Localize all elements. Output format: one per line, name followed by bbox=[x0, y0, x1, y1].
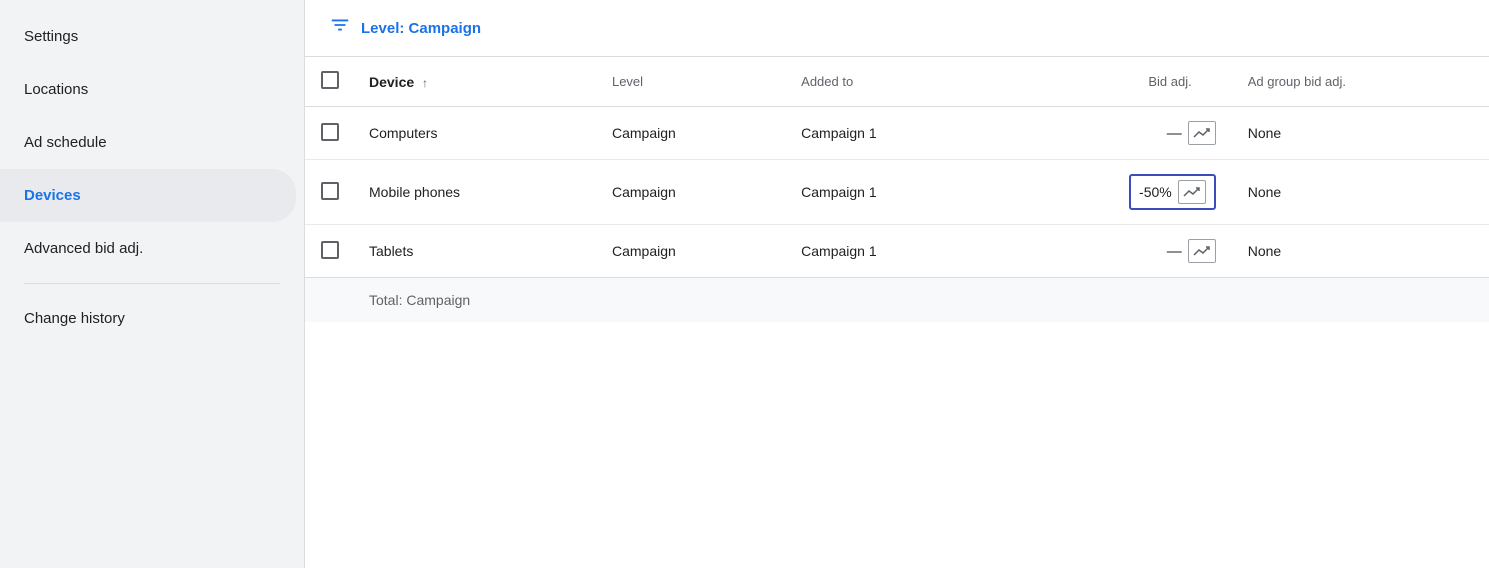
cell-ad-group-bid-computers: None bbox=[1232, 107, 1489, 160]
table-wrap: Device ↑ Level Added to Bid adj. Ad grou… bbox=[305, 57, 1489, 568]
table-row: Mobile phones Campaign Campaign 1 -50% bbox=[305, 160, 1489, 225]
sidebar-item-settings[interactable]: Settings bbox=[0, 10, 296, 63]
cell-ad-group-bid-tablets: None bbox=[1232, 225, 1489, 278]
filter-icon bbox=[329, 14, 351, 42]
row-checkbox-cell-tablets bbox=[305, 225, 353, 278]
bid-chart-icon-mobile bbox=[1178, 180, 1206, 204]
cell-level-computers: Campaign bbox=[596, 107, 785, 160]
cell-ad-group-bid-mobile: None bbox=[1232, 160, 1489, 225]
header-checkbox-cell bbox=[305, 57, 353, 107]
header-checkbox[interactable] bbox=[321, 71, 339, 89]
sidebar-divider bbox=[24, 283, 280, 284]
bid-chart-icon-computers[interactable] bbox=[1188, 121, 1216, 145]
table-row: Computers Campaign Campaign 1 — bbox=[305, 107, 1489, 160]
row-checkbox-cell-computers bbox=[305, 107, 353, 160]
cell-device-computers: Computers bbox=[353, 107, 596, 160]
cell-added-to-mobile: Campaign 1 bbox=[785, 160, 997, 225]
bid-chart-icon-tablets[interactable] bbox=[1188, 239, 1216, 263]
filter-bar: Level: Campaign bbox=[305, 0, 1489, 57]
cell-added-to-tablets: Campaign 1 bbox=[785, 225, 997, 278]
cell-level-mobile: Campaign bbox=[596, 160, 785, 225]
sidebar-item-change-history[interactable]: Change history bbox=[0, 292, 296, 345]
bid-dash-computers: — bbox=[1167, 125, 1182, 142]
cell-bid-adj-mobile[interactable]: -50% bbox=[997, 160, 1231, 225]
filter-label: Level: Campaign bbox=[361, 20, 481, 37]
row-checkbox-mobile[interactable] bbox=[321, 182, 339, 200]
sidebar-item-locations[interactable]: Locations bbox=[0, 63, 296, 116]
row-checkbox-computers[interactable] bbox=[321, 123, 339, 141]
bid-dash-tablets: — bbox=[1167, 243, 1182, 260]
cell-added-to-computers: Campaign 1 bbox=[785, 107, 997, 160]
header-added-to: Added to bbox=[785, 57, 997, 107]
cell-device-mobile: Mobile phones bbox=[353, 160, 596, 225]
table-row: Tablets Campaign Campaign 1 — bbox=[305, 225, 1489, 278]
header-level: Level bbox=[596, 57, 785, 107]
header-ad-group-bid: Ad group bid adj. bbox=[1232, 57, 1489, 107]
row-checkbox-cell-mobile bbox=[305, 160, 353, 225]
total-label: Total: Campaign bbox=[353, 278, 1489, 323]
total-row: Total: Campaign bbox=[305, 278, 1489, 323]
main-content: Level: Campaign Device ↑ Level bbox=[305, 0, 1489, 568]
sidebar-item-ad-schedule[interactable]: Ad schedule bbox=[0, 116, 296, 169]
row-checkbox-tablets[interactable] bbox=[321, 241, 339, 259]
cell-level-tablets: Campaign bbox=[596, 225, 785, 278]
header-bid-adj: Bid adj. bbox=[997, 57, 1231, 107]
devices-table: Device ↑ Level Added to Bid adj. Ad grou… bbox=[305, 57, 1489, 322]
header-device: Device ↑ bbox=[353, 57, 596, 107]
sidebar: Settings Locations Ad schedule Devices A… bbox=[0, 0, 305, 568]
cell-bid-adj-tablets[interactable]: — bbox=[997, 225, 1231, 278]
table-header-row: Device ↑ Level Added to Bid adj. Ad grou… bbox=[305, 57, 1489, 107]
cell-device-tablets: Tablets bbox=[353, 225, 596, 278]
total-checkbox-spacer bbox=[305, 278, 353, 323]
bid-highlight-mobile[interactable]: -50% bbox=[1129, 174, 1216, 210]
cell-bid-adj-computers[interactable]: — bbox=[997, 107, 1231, 160]
sidebar-item-advanced-bid[interactable]: Advanced bid adj. bbox=[0, 222, 296, 275]
sidebar-item-devices[interactable]: Devices bbox=[0, 169, 296, 222]
sort-arrow-icon[interactable]: ↑ bbox=[422, 76, 428, 90]
bid-value-mobile: -50% bbox=[1139, 184, 1172, 200]
